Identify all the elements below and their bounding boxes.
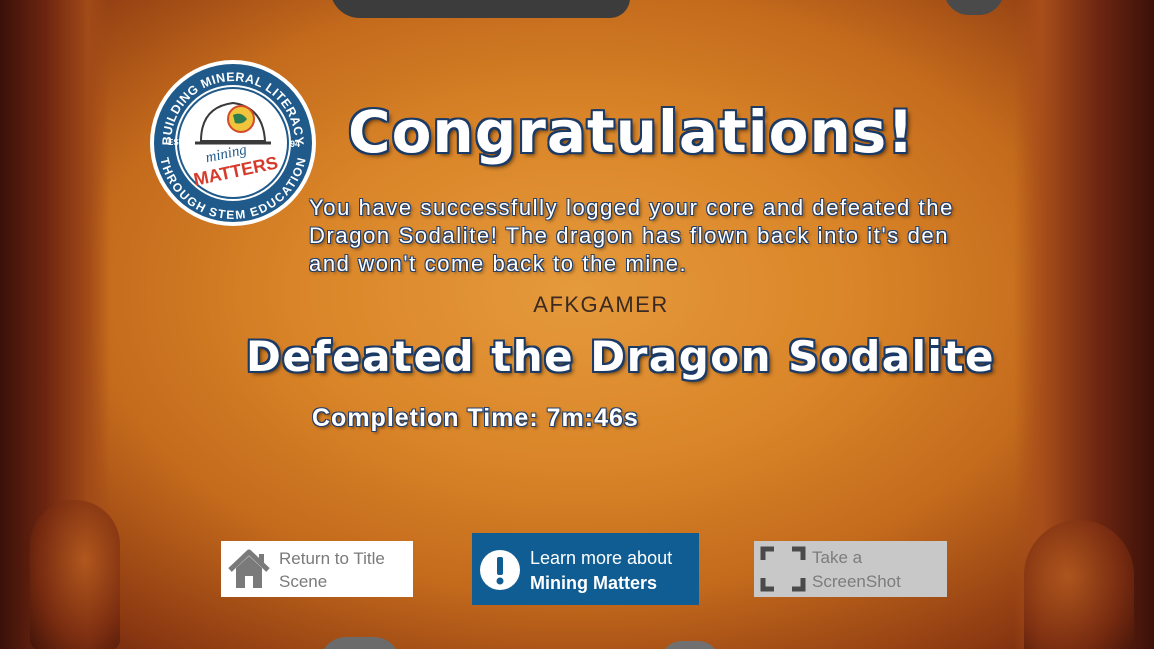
logo-est-text: EST. xyxy=(168,138,185,147)
return-to-title-button[interactable]: Return to Title Scene xyxy=(221,541,413,597)
return-label-line2: Scene xyxy=(279,572,328,591)
learn-more-button[interactable]: Learn more about Mining Matters xyxy=(472,533,699,605)
home-icon xyxy=(228,549,270,588)
scroll-roll-right xyxy=(1024,520,1134,649)
screenshot-frame-icon xyxy=(760,546,806,592)
take-screenshot-label: Take a ScreenShot xyxy=(812,546,942,594)
achievement-title: Defeated the Dragon Sodalite xyxy=(246,332,996,381)
mining-matters-logo: BUILDING MINERAL LITERACY THROUGH STEM E… xyxy=(150,60,316,226)
learn-more-label: Learn more about Mining Matters xyxy=(530,546,698,596)
congratulations-screen: BUILDING MINERAL LITERACY THROUGH STEM E… xyxy=(0,0,1154,649)
exclamation-icon xyxy=(480,550,520,590)
return-to-title-label: Return to Title Scene xyxy=(279,547,409,593)
shot-label-line1: Take a xyxy=(812,548,863,567)
cave-rock-top-right xyxy=(944,0,1004,15)
learn-label-line2: Mining Matters xyxy=(530,573,658,593)
take-screenshot-button[interactable]: Take a ScreenShot xyxy=(754,541,947,597)
player-name: AFKGAMER xyxy=(533,292,669,317)
shot-label-line2: ScreenShot xyxy=(812,572,901,591)
congratulations-title: Congratulations! xyxy=(348,98,915,166)
cave-rock-bottom-2 xyxy=(660,641,720,649)
cave-rock-top xyxy=(330,0,630,18)
victory-message: You have successfully logged your core a… xyxy=(309,195,954,276)
logo-year-text: 94 xyxy=(290,139,300,149)
cave-rock-bottom xyxy=(320,637,400,649)
scroll-roll-left xyxy=(30,500,120,649)
return-label-line1: Return to Title xyxy=(279,549,385,568)
completion-time-value: 7m:46s xyxy=(546,404,639,432)
completion-time-label: Completion Time: xyxy=(312,404,539,432)
completion-time: Completion Time: 7m:46s xyxy=(312,404,639,433)
learn-label-line1: Learn more about xyxy=(530,548,673,568)
